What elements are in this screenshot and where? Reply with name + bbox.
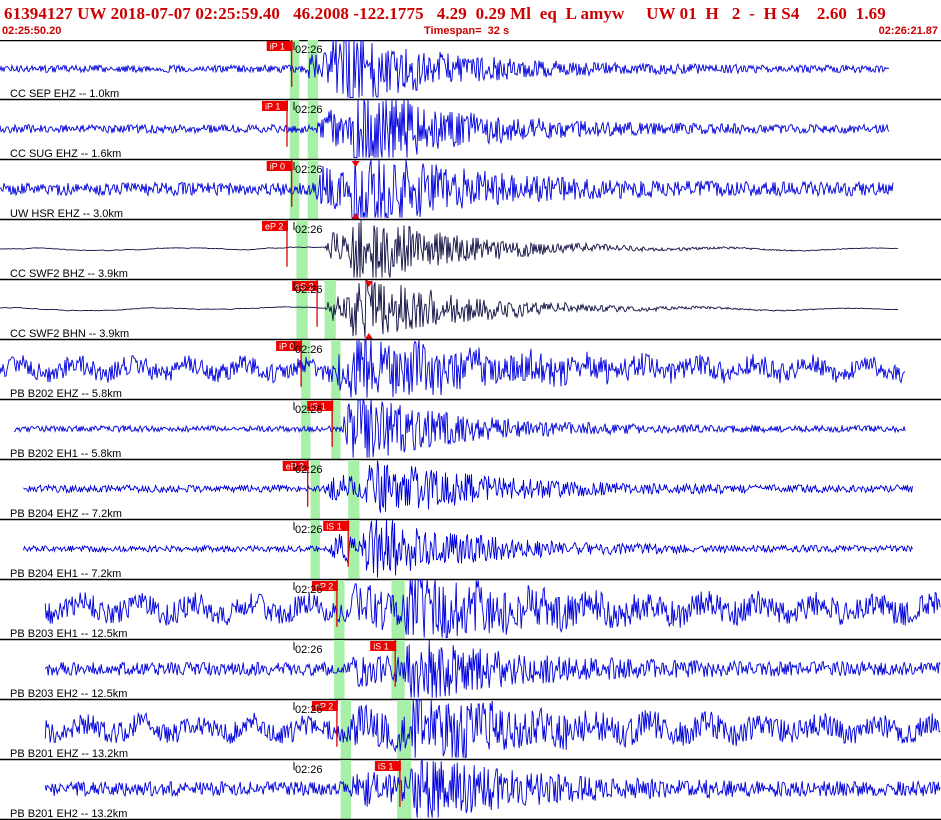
pick-label: iS 1 [373, 642, 389, 652]
time-tick-label: 02:26 [295, 764, 323, 776]
window-end-time: 02:26:21.87 [878, 25, 938, 37]
time-tick-label: 02:26 [295, 104, 323, 116]
seismogram-trace [0, 159, 894, 219]
pick-label: iP 0 [270, 162, 285, 172]
station-label: CC SWF2 BHZ -- 3.9km [10, 268, 128, 280]
station-label: PB B201 EHZ -- 13.2km [10, 748, 128, 760]
trace-row[interactable]: iS 1 02:26 PB B203 EH2 -- 12.5km [0, 639, 941, 701]
pick-label: eP 2 [265, 222, 283, 232]
pick-label: iP 1 [270, 42, 285, 52]
time-tick-label: 02:26 [295, 224, 323, 236]
trace-row[interactable]: iS 102:26PB B202 EH1 -- 5.8km [0, 398, 941, 461]
seismogram-trace [13, 398, 906, 458]
trace-row[interactable]: iS 102:26 PB B204 EH1 -- 7.2km [0, 519, 941, 581]
waveform-panel[interactable]: iP 1 02:26 CC SEP EHZ -- 1.0km iP 1 02:26 CC … [0, 40, 941, 820]
analysis-window [397, 700, 412, 760]
trace-row[interactable]: eS 202:26CC SWF2 BHN -- 3.9km [0, 279, 941, 341]
time-tick-label: 02:26 [295, 164, 323, 176]
seismogram-trace [44, 758, 941, 818]
seismogram-trace [0, 339, 906, 398]
window-start-time: 02:25:50.20 [2, 25, 62, 37]
time-tick-label: 02:26 [295, 284, 323, 296]
station-label: CC SUG EHZ -- 1.6km [10, 148, 121, 160]
seismogram-trace [23, 519, 913, 578]
trace-row[interactable]: iP 1 02:26 CC SUG EHZ -- 1.6km [0, 99, 941, 161]
seismogram-trace [0, 40, 890, 99]
seismogram-trace [44, 699, 941, 759]
seismogram-trace [0, 279, 899, 338]
pick-label: iS 1 [378, 762, 394, 772]
station-label: PB B203 EH2 -- 12.5km [10, 688, 127, 700]
timespan-label: Timespan= 32 s [424, 25, 510, 37]
trace-row[interactable]: iP 1 02:26 CC SEP EHZ -- 1.0km [0, 40, 941, 101]
seismogram-trace [44, 579, 941, 639]
time-tick-label: 02:26 [295, 404, 323, 416]
seismogram-trace [0, 99, 890, 159]
station-label: PB B201 EH2 -- 13.2km [10, 808, 127, 820]
amplitude-marker-bottom [364, 333, 373, 339]
analysis-window [348, 520, 360, 580]
station-label: PB B204 EH1 -- 7.2km [10, 568, 121, 580]
trace-row[interactable]: eP 202:26PB B203 EH1 -- 12.5km [0, 579, 941, 641]
station-label: PB B202 EHZ -- 5.8km [10, 388, 122, 400]
pick-label: iP 0 [279, 342, 294, 352]
time-tick-label: 02:26 [295, 644, 323, 656]
amplitude-marker-top [351, 161, 360, 167]
station-label: PB B202 EH1 -- 5.8km [10, 448, 121, 460]
time-tick-label: 02:26 [295, 464, 323, 476]
time-tick-label: 02:26 [295, 704, 323, 716]
station-label: UW HSR EHZ -- 3.0km [10, 208, 123, 220]
seismogram-trace [0, 219, 899, 278]
trace-row[interactable]: eP 2 02:26 CC SWF2 BHZ -- 3.9km [0, 219, 941, 281]
event-header: 61394127 UW 2018-07-07 02:25:59.40 46.20… [0, 0, 941, 40]
time-tick-label: 02:26 [295, 344, 323, 356]
station-label: PB B203 EH1 -- 12.5km [10, 628, 127, 640]
trace-row[interactable]: eP 202:26PB B201 EHZ -- 13.2km [0, 699, 941, 761]
station-label: CC SWF2 BHN -- 3.9km [10, 328, 129, 340]
trace-row[interactable]: iP 0 02:26 PB B202 EHZ -- 5.8km [0, 339, 941, 401]
event-summary-title: 61394127 UW 2018-07-07 02:25:59.40 46.20… [4, 4, 886, 23]
trace-row[interactable]: iP 0 02:26 UW HSR EHZ -- 3.0km [0, 159, 941, 221]
seismogram-trace [23, 460, 913, 513]
pick-label: iP 1 [265, 102, 280, 112]
trace-row[interactable]: iS 1 02:26 PB B201 EH2 -- 13.2km [0, 758, 941, 820]
station-label: PB B204 EHZ -- 7.2km [10, 508, 122, 520]
time-tick-label: 02:26 [295, 44, 323, 56]
seismogram-trace [44, 639, 941, 698]
station-label: CC SEP EHZ -- 1.0km [10, 88, 119, 100]
time-tick-label: 02:26 [295, 584, 323, 596]
pick-label: iS 1 [326, 522, 342, 532]
time-tick-label: 02:26 [295, 524, 323, 536]
trace-row[interactable]: eP 202:26PB B204 EHZ -- 7.2km [0, 460, 941, 521]
